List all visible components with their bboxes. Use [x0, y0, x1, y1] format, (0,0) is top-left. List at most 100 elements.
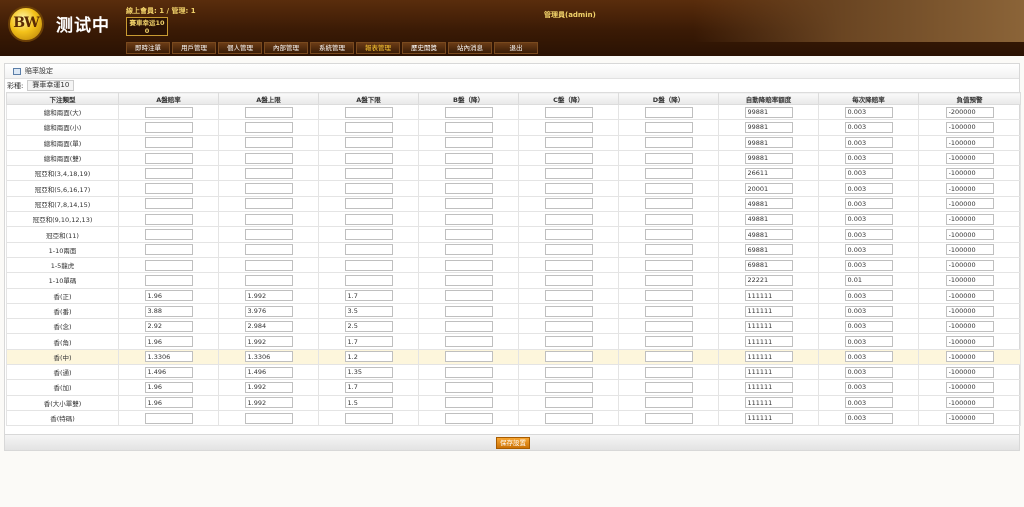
odds-input[interactable] [344, 137, 393, 149]
odds-input[interactable] [244, 152, 293, 164]
odds-input[interactable] [444, 305, 493, 317]
odds-input[interactable] [444, 351, 493, 363]
odds-input[interactable] [544, 152, 593, 164]
odds-input[interactable] [844, 167, 893, 179]
odds-input[interactable] [244, 259, 293, 271]
odds-input[interactable] [144, 213, 193, 225]
odds-input[interactable] [544, 381, 593, 393]
odds-input[interactable] [744, 366, 793, 378]
odds-input[interactable] [744, 198, 793, 210]
odds-input[interactable] [744, 290, 793, 302]
odds-input[interactable] [945, 412, 994, 424]
odds-input[interactable] [344, 397, 393, 409]
odds-input[interactable] [144, 336, 193, 348]
odds-input[interactable] [444, 397, 493, 409]
odds-input[interactable] [244, 137, 293, 149]
odds-input[interactable] [244, 244, 293, 256]
odds-input[interactable] [544, 183, 593, 195]
odds-input[interactable] [444, 320, 493, 332]
odds-input[interactable] [844, 274, 893, 286]
odds-input[interactable] [344, 121, 393, 133]
odds-input[interactable] [945, 229, 994, 241]
odds-input[interactable] [444, 290, 493, 302]
odds-input[interactable] [945, 106, 994, 118]
nav-item[interactable]: 退出 [494, 42, 538, 54]
save-button[interactable]: 保存設置 [496, 437, 530, 449]
odds-input[interactable] [644, 305, 693, 317]
odds-input[interactable] [945, 121, 994, 133]
odds-input[interactable] [644, 137, 693, 149]
odds-input[interactable] [945, 320, 994, 332]
odds-input[interactable] [444, 106, 493, 118]
odds-input[interactable] [844, 244, 893, 256]
nav-item[interactable]: 用戶管理 [172, 42, 216, 54]
odds-input[interactable] [244, 351, 293, 363]
odds-input[interactable] [945, 381, 994, 393]
nav-item[interactable]: 內部管理 [264, 42, 308, 54]
odds-input[interactable] [544, 106, 593, 118]
odds-input[interactable] [144, 167, 193, 179]
odds-input[interactable] [844, 336, 893, 348]
odds-input[interactable] [544, 397, 593, 409]
odds-input[interactable] [544, 137, 593, 149]
odds-input[interactable] [444, 167, 493, 179]
odds-input[interactable] [544, 259, 593, 271]
odds-input[interactable] [444, 336, 493, 348]
odds-input[interactable] [244, 198, 293, 210]
odds-input[interactable] [945, 244, 994, 256]
odds-input[interactable] [444, 366, 493, 378]
odds-input[interactable] [144, 320, 193, 332]
odds-input[interactable] [344, 213, 393, 225]
odds-input[interactable] [144, 106, 193, 118]
odds-input[interactable] [644, 351, 693, 363]
odds-input[interactable] [945, 336, 994, 348]
odds-input[interactable] [744, 229, 793, 241]
odds-input[interactable] [144, 412, 193, 424]
odds-input[interactable] [444, 152, 493, 164]
odds-input[interactable] [344, 320, 393, 332]
odds-input[interactable] [344, 244, 393, 256]
odds-input[interactable] [244, 397, 293, 409]
odds-input[interactable] [544, 336, 593, 348]
odds-input[interactable] [945, 259, 994, 271]
odds-input[interactable] [945, 351, 994, 363]
odds-input[interactable] [244, 274, 293, 286]
odds-input[interactable] [744, 336, 793, 348]
odds-input[interactable] [144, 198, 193, 210]
odds-input[interactable] [844, 183, 893, 195]
odds-input[interactable] [945, 152, 994, 164]
odds-input[interactable] [544, 121, 593, 133]
nav-item[interactable]: 個人管理 [218, 42, 262, 54]
odds-input[interactable] [544, 198, 593, 210]
odds-input[interactable] [344, 274, 393, 286]
lottery-select[interactable]: 賽車幸運10 [27, 80, 75, 91]
odds-input[interactable] [344, 198, 393, 210]
odds-input[interactable] [544, 305, 593, 317]
odds-input[interactable] [244, 336, 293, 348]
odds-input[interactable] [644, 167, 693, 179]
nav-item[interactable]: 站內消息 [448, 42, 492, 54]
odds-input[interactable] [344, 366, 393, 378]
odds-input[interactable] [644, 336, 693, 348]
odds-input[interactable] [744, 274, 793, 286]
odds-input[interactable] [945, 137, 994, 149]
odds-input[interactable] [844, 229, 893, 241]
odds-input[interactable] [344, 412, 393, 424]
odds-input[interactable] [945, 397, 994, 409]
odds-input[interactable] [744, 305, 793, 317]
odds-input[interactable] [844, 106, 893, 118]
odds-input[interactable] [644, 274, 693, 286]
odds-input[interactable] [244, 183, 293, 195]
odds-input[interactable] [744, 121, 793, 133]
odds-input[interactable] [244, 106, 293, 118]
odds-input[interactable] [444, 229, 493, 241]
odds-input[interactable] [344, 351, 393, 363]
odds-input[interactable] [844, 412, 893, 424]
odds-input[interactable] [844, 213, 893, 225]
odds-input[interactable] [844, 366, 893, 378]
odds-input[interactable] [744, 213, 793, 225]
odds-input[interactable] [444, 412, 493, 424]
odds-input[interactable] [644, 244, 693, 256]
odds-input[interactable] [644, 152, 693, 164]
odds-input[interactable] [144, 183, 193, 195]
